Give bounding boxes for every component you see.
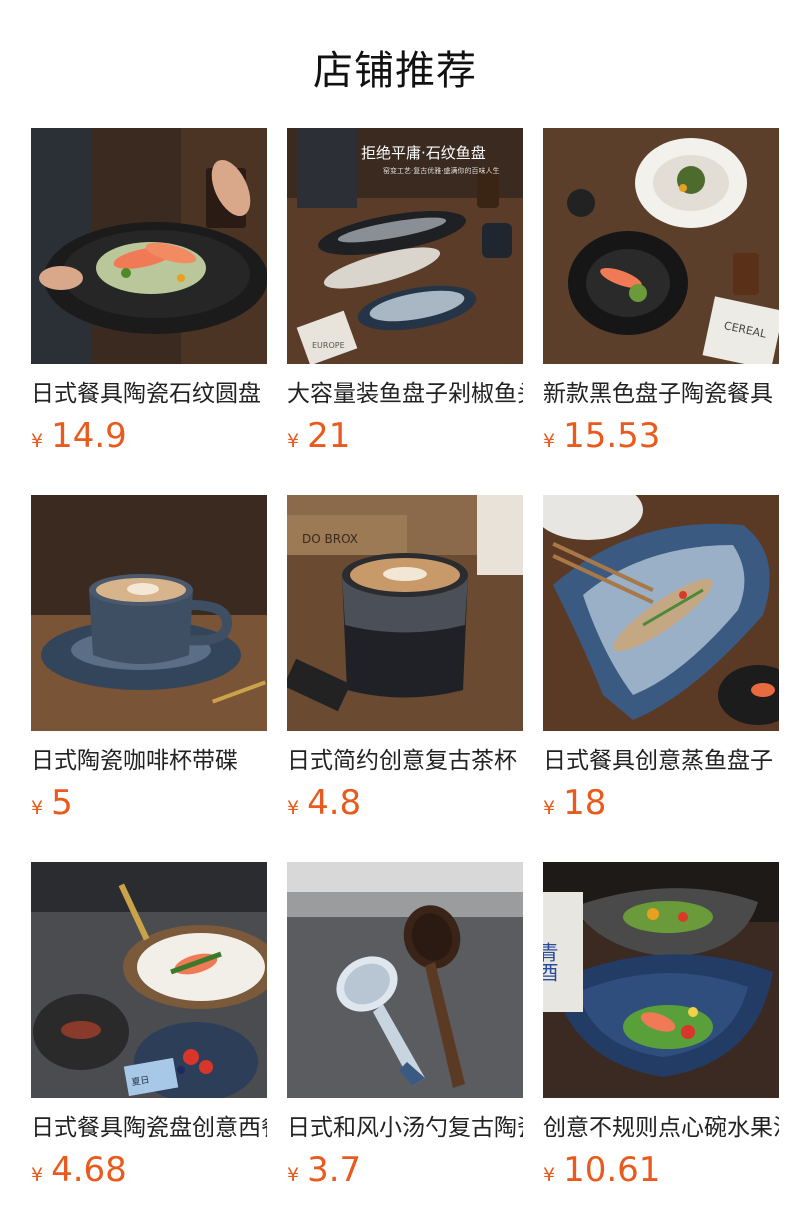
product-image[interactable]: [31, 128, 267, 364]
book-text: EUROPE: [312, 341, 345, 350]
product-name[interactable]: 日式餐具陶瓷盘创意西餐盘: [31, 1108, 267, 1148]
product-card[interactable]: 日式陶瓷咖啡杯带碟 ¥5: [31, 495, 267, 825]
currency-symbol: ¥: [543, 1164, 556, 1186]
product-image[interactable]: EUROPE 拒绝平庸·石纹鱼盘 窑变工艺·复古优雅·盛满你的百味人生: [287, 128, 523, 364]
price-value: 15.53: [563, 416, 661, 456]
product-name[interactable]: 创意不规则点心碗水果沙拉碗: [543, 1108, 779, 1148]
product-card[interactable]: 日式餐具陶瓷石纹圆盘 ¥14.9: [31, 128, 267, 458]
product-price: ¥3.7: [287, 1148, 361, 1192]
price-value: 14.9: [51, 416, 127, 456]
product-image[interactable]: DO BROX: [287, 495, 523, 731]
product-card[interactable]: CEREAL 新款黑色盘子陶瓷餐具 ¥15.53: [543, 128, 779, 458]
price-value: 5: [51, 783, 73, 823]
product-price: ¥5: [31, 781, 73, 825]
product-card[interactable]: 青酉 创意不规则点心碗水果沙拉碗 ¥10.61: [543, 862, 779, 1192]
page-title: 店铺推荐: [313, 48, 477, 94]
product-image[interactable]: CEREAL: [543, 128, 779, 364]
banner-title: 拒绝平庸·石纹鱼盘: [361, 144, 486, 162]
currency-symbol: ¥: [287, 1164, 300, 1186]
product-price: ¥14.9: [31, 414, 127, 458]
product-price: ¥4.8: [287, 781, 361, 825]
product-name[interactable]: 日式餐具创意蒸鱼盘子: [543, 741, 779, 781]
product-image[interactable]: [31, 495, 267, 731]
price-value: 18: [563, 783, 607, 823]
product-card[interactable]: 日式餐具创意蒸鱼盘子 ¥18: [543, 495, 779, 825]
crate-text: DO BROX: [302, 532, 358, 546]
price-value: 4.8: [307, 783, 362, 823]
product-image[interactable]: [287, 862, 523, 1098]
currency-symbol: ¥: [31, 797, 44, 819]
price-value: 4.68: [51, 1150, 127, 1190]
product-name[interactable]: 大容量装鱼盘子剁椒鱼头盘: [287, 374, 523, 414]
price-value: 3.7: [307, 1150, 362, 1190]
product-name[interactable]: 日式简约创意复古茶杯: [287, 741, 523, 781]
product-card[interactable]: DO BROX 日式简约创意复古茶杯 ¥4.8: [287, 495, 523, 825]
currency-symbol: ¥: [31, 430, 44, 452]
product-card[interactable]: 夏日 日式餐具陶瓷盘创意西餐盘 ¥4.68: [31, 862, 267, 1192]
product-card[interactable]: EUROPE 拒绝平庸·石纹鱼盘 窑变工艺·复古优雅·盛满你的百味人生 大容量装…: [287, 128, 523, 458]
product-name[interactable]: 新款黑色盘子陶瓷餐具: [543, 374, 779, 414]
currency-symbol: ¥: [31, 1164, 44, 1186]
product-price: ¥18: [543, 781, 606, 825]
product-name[interactable]: 日式餐具陶瓷石纹圆盘: [31, 374, 267, 414]
product-name[interactable]: 日式和风小汤勺复古陶瓷勺: [287, 1108, 523, 1148]
currency-symbol: ¥: [543, 797, 556, 819]
currency-symbol: ¥: [287, 430, 300, 452]
price-value: 21: [307, 416, 351, 456]
product-image[interactable]: 青酉: [543, 862, 779, 1098]
currency-symbol: ¥: [543, 430, 556, 452]
product-image[interactable]: 夏日: [31, 862, 267, 1098]
currency-symbol: ¥: [287, 797, 300, 819]
price-value: 10.61: [563, 1150, 661, 1190]
product-price: ¥4.68: [31, 1148, 127, 1192]
product-price: ¥15.53: [543, 414, 660, 458]
banner-subtitle: 窑变工艺·复古优雅·盛满你的百味人生: [383, 167, 500, 175]
product-price: ¥10.61: [543, 1148, 660, 1192]
product-price: ¥21: [287, 414, 350, 458]
bottle-label: 青酉: [543, 942, 559, 982]
product-card[interactable]: 日式和风小汤勺复古陶瓷勺 ¥3.7: [287, 862, 523, 1192]
product-name[interactable]: 日式陶瓷咖啡杯带碟: [31, 741, 267, 781]
product-image[interactable]: [543, 495, 779, 731]
